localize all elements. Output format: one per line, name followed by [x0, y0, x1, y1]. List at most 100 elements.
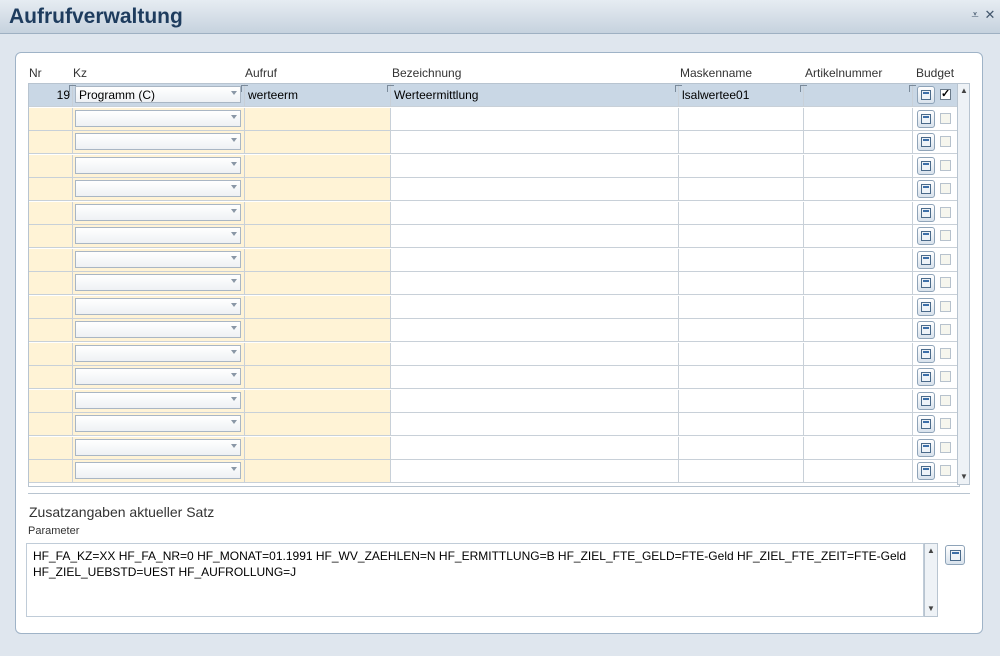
cell-nr[interactable] — [29, 366, 73, 388]
row-edit-button[interactable] — [917, 227, 935, 245]
row-edit-button[interactable] — [917, 297, 935, 316]
maskenname-input[interactable] — [679, 154, 804, 177]
cell-nr[interactable] — [29, 225, 73, 247]
aufruf-input[interactable] — [245, 225, 391, 247]
table-row[interactable] — [29, 107, 959, 131]
cell-kz[interactable] — [73, 366, 245, 388]
kz-select[interactable] — [75, 274, 241, 291]
cell-nr[interactable] — [29, 154, 73, 177]
chevron-down-icon[interactable] — [231, 420, 237, 424]
table-row[interactable] — [29, 248, 959, 272]
artikelnummer-input[interactable] — [800, 84, 913, 106]
artikelnummer-input[interactable] — [804, 248, 913, 271]
kz-select[interactable] — [75, 203, 241, 221]
chevron-down-icon[interactable] — [231, 467, 237, 471]
table-row[interactable] — [29, 460, 959, 483]
minimize-icon[interactable]: ⩡ — [968, 8, 982, 22]
row-edit-button[interactable] — [917, 391, 935, 410]
row-edit-button[interactable] — [917, 274, 935, 292]
cell-kz[interactable] — [73, 248, 245, 271]
row-edit-button[interactable] — [917, 415, 935, 433]
cell-nr[interactable] — [29, 272, 73, 294]
cell-nr[interactable] — [29, 131, 73, 153]
cell-kz[interactable] — [73, 272, 245, 294]
kz-select[interactable]: Programm (C) — [75, 86, 241, 103]
maskenname-input[interactable]: lsalwertee01 — [675, 84, 804, 106]
maskenname-input[interactable] — [679, 342, 804, 365]
aufruf-input[interactable] — [245, 366, 391, 388]
chevron-down-icon[interactable] — [231, 349, 237, 354]
artikelnummer-input[interactable] — [804, 436, 913, 459]
cell-nr[interactable] — [29, 389, 73, 412]
scroll-down-icon[interactable]: ▼ — [926, 604, 936, 614]
scroll-up-icon[interactable]: ▲ — [926, 546, 936, 556]
aufruf-input[interactable] — [245, 154, 391, 177]
table-row[interactable] — [29, 389, 959, 413]
chevron-down-icon[interactable] — [231, 208, 237, 213]
artikelnummer-input[interactable] — [804, 272, 913, 294]
bezeichnung-input[interactable]: Werteermittlung — [387, 84, 679, 106]
table-row[interactable] — [29, 366, 959, 389]
kz-select[interactable] — [75, 321, 241, 338]
budget-checkbox[interactable] — [940, 159, 951, 171]
aufruf-input[interactable] — [245, 460, 391, 482]
table-row[interactable] — [29, 413, 959, 436]
parameter-textarea[interactable]: HF_FA_KZ=XX HF_FA_NR=0 HF_MONAT=01.1991 … — [26, 543, 924, 617]
row-edit-button[interactable] — [917, 86, 935, 104]
budget-checkbox[interactable] — [940, 230, 951, 241]
row-edit-button[interactable] — [917, 203, 935, 222]
chevron-down-icon[interactable] — [231, 114, 237, 119]
maskenname-input[interactable] — [679, 178, 804, 200]
cell-nr[interactable] — [29, 178, 73, 200]
chevron-down-icon[interactable] — [231, 185, 237, 189]
bezeichnung-input[interactable] — [391, 319, 679, 341]
aufruf-input[interactable] — [245, 389, 391, 412]
cell-nr[interactable] — [29, 413, 73, 435]
maskenname-input[interactable] — [679, 295, 804, 318]
budget-checkbox[interactable] — [940, 441, 951, 453]
bezeichnung-input[interactable] — [391, 366, 679, 388]
aufruf-input[interactable] — [245, 295, 391, 318]
table-row[interactable] — [29, 295, 959, 319]
cell-kz[interactable] — [73, 413, 245, 435]
maskenname-input[interactable] — [679, 460, 804, 482]
table-scrollbar[interactable]: ▲ ▼ — [957, 83, 970, 485]
bezeichnung-input[interactable] — [391, 178, 679, 200]
kz-select[interactable] — [75, 156, 241, 174]
row-edit-button[interactable] — [917, 109, 935, 128]
budget-checkbox[interactable] — [940, 183, 951, 194]
chevron-down-icon[interactable] — [231, 396, 237, 401]
artikelnummer-input[interactable] — [804, 178, 913, 200]
budget-checkbox[interactable] — [940, 206, 951, 218]
cell-nr[interactable] — [29, 436, 73, 459]
bezeichnung-input[interactable] — [391, 342, 679, 365]
maskenname-input[interactable] — [679, 413, 804, 435]
cell-kz[interactable] — [73, 201, 245, 224]
row-edit-button[interactable] — [917, 344, 935, 363]
aufruf-input[interactable] — [245, 272, 391, 294]
aufruf-input[interactable] — [245, 107, 391, 130]
cell-kz[interactable] — [73, 225, 245, 247]
artikelnummer-input[interactable] — [804, 460, 913, 482]
artikelnummer-input[interactable] — [804, 201, 913, 224]
kz-select[interactable] — [75, 250, 241, 268]
artikelnummer-input[interactable] — [804, 225, 913, 247]
table-row[interactable] — [29, 225, 959, 248]
cell-kz[interactable] — [73, 319, 245, 341]
budget-checkbox[interactable] — [940, 253, 951, 265]
parameter-edit-button[interactable] — [945, 545, 965, 565]
aufruf-input[interactable]: werteerm — [241, 84, 391, 106]
close-icon[interactable]: ✕ — [983, 8, 997, 22]
scroll-up-icon[interactable]: ▲ — [959, 86, 969, 96]
chevron-down-icon[interactable] — [231, 279, 237, 283]
table-row[interactable]: 19 Programm (C) werteerm Werteermittlung lsa… — [29, 84, 959, 107]
budget-checkbox[interactable] — [940, 300, 951, 312]
artikelnummer-input[interactable] — [804, 154, 913, 177]
aufruf-input[interactable] — [245, 413, 391, 435]
row-edit-button[interactable] — [917, 133, 935, 151]
table-row[interactable] — [29, 201, 959, 225]
chevron-down-icon[interactable] — [231, 91, 237, 95]
cell-nr[interactable] — [29, 248, 73, 271]
maskenname-input[interactable] — [679, 389, 804, 412]
artikelnummer-input[interactable] — [804, 131, 913, 153]
